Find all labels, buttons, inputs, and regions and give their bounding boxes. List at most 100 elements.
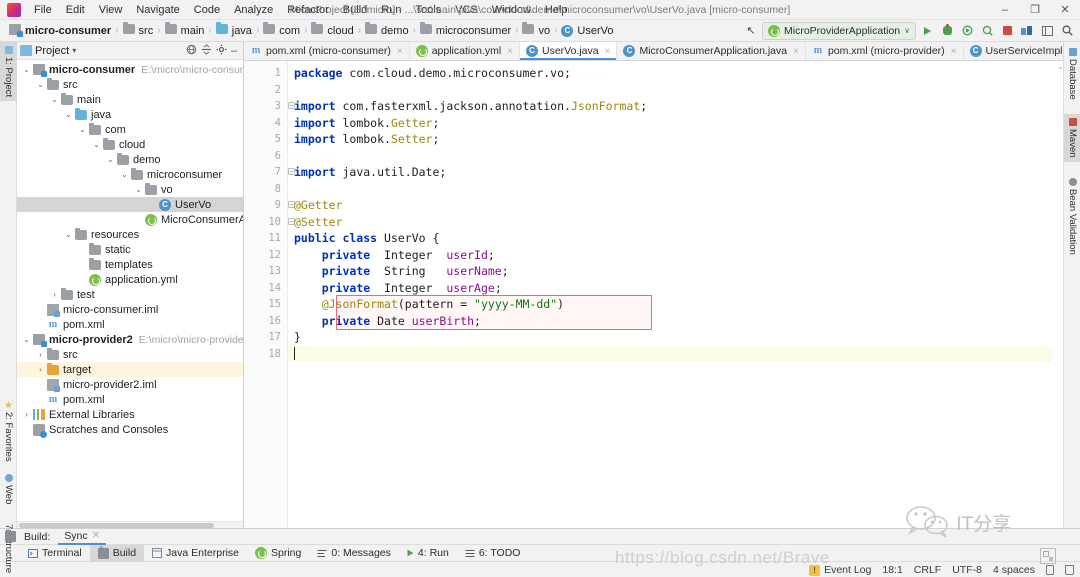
tab-microconsumerapplication-java[interactable]: C MicroConsumerApplication.java × bbox=[617, 42, 806, 60]
expand-arrow-icon[interactable]: › bbox=[49, 290, 60, 299]
tree-node-java[interactable]: ⌄ java bbox=[17, 107, 243, 122]
collapse-arrow-icon[interactable]: ⌄ bbox=[21, 65, 32, 74]
breadcrumb-main[interactable]: main bbox=[162, 22, 208, 40]
collapse-arrow-icon[interactable]: ⌄ bbox=[77, 125, 88, 134]
line-number[interactable]: 11 bbox=[244, 230, 287, 247]
back-arrow-icon[interactable]: ↖ bbox=[742, 22, 760, 40]
line-number[interactable]: 9− bbox=[244, 197, 295, 214]
sidebar-item-bean-validation[interactable]: Bean Validation bbox=[1064, 174, 1080, 259]
breadcrumb-java[interactable]: java bbox=[213, 22, 255, 40]
code-line[interactable] bbox=[288, 82, 1052, 99]
chevron-down-icon[interactable]: ▾ bbox=[72, 46, 76, 55]
line-number-gutter[interactable]: 1 2 3−4 5 6 7−8 9−10−11 12 13 14 15 16 17 18 bbox=[244, 61, 295, 528]
project-tree-hscrollbar[interactable] bbox=[17, 521, 243, 528]
expand-arrow-icon[interactable]: › bbox=[21, 410, 32, 419]
line-number[interactable]: 16 bbox=[244, 313, 287, 330]
debug-icon[interactable] bbox=[938, 22, 956, 40]
sidebar-item-project[interactable]: 1: Project bbox=[0, 42, 17, 102]
close-icon[interactable]: × bbox=[951, 46, 957, 57]
tree-node-micro-provider2-iml[interactable]: › micro-provider2.iml bbox=[17, 377, 243, 392]
close-icon[interactable]: × bbox=[605, 46, 611, 57]
line-number[interactable]: 2 bbox=[244, 82, 287, 99]
line-number[interactable]: 14 bbox=[244, 280, 287, 297]
tree-node-scratches-and-consoles[interactable]: › Scratches and Consoles bbox=[17, 422, 243, 438]
tree-node-demo[interactable]: ⌄ demo bbox=[17, 152, 243, 167]
menu-refactor[interactable]: Refactor bbox=[280, 2, 336, 18]
line-number[interactable]: 5 bbox=[244, 131, 287, 148]
breadcrumb-com[interactable]: com bbox=[260, 22, 303, 40]
close-icon[interactable]: × bbox=[397, 46, 403, 57]
breadcrumb-uservo[interactable]: C UserVo bbox=[558, 22, 616, 40]
toolwindow-build[interactable]: Build bbox=[89, 544, 145, 562]
line-number[interactable]: 6 bbox=[244, 148, 287, 165]
scope-icon[interactable] bbox=[186, 44, 197, 58]
line-number[interactable]: 8 bbox=[244, 181, 287, 198]
menu-run[interactable]: Run bbox=[374, 2, 408, 18]
code-line[interactable]: private Integer userAge; bbox=[288, 280, 1052, 297]
code-line[interactable]: private Integer userId; bbox=[288, 247, 1052, 264]
tree-node-cloud[interactable]: ⌄ cloud bbox=[17, 137, 243, 152]
tab-pom-xml-provider[interactable]: m pom.xml (micro-provider) × bbox=[806, 42, 964, 60]
project-tree[interactable]: ⌄micro-consumerE:\micro\micro-consumer⌄s… bbox=[17, 60, 243, 521]
line-number[interactable]: 4 bbox=[244, 115, 287, 132]
indent-indicator[interactable]: 4 spaces bbox=[993, 564, 1035, 576]
menu-window[interactable]: Window bbox=[485, 2, 538, 18]
sidebar-item-web[interactable]: Web bbox=[0, 470, 17, 508]
code-line[interactable]: package com.cloud.demo.microconsumer.vo; bbox=[288, 65, 1052, 82]
collapse-arrow-icon[interactable]: ⌄ bbox=[133, 185, 144, 194]
tree-node-application-yml[interactable]: › application.yml bbox=[17, 272, 243, 287]
profile-icon[interactable] bbox=[978, 22, 996, 40]
collapse-all-icon[interactable] bbox=[201, 43, 212, 58]
line-separator[interactable]: CRLF bbox=[914, 564, 941, 576]
editor-marker-scrollbar[interactable] bbox=[1052, 61, 1063, 528]
line-number[interactable]: 12 bbox=[244, 247, 287, 264]
line-number[interactable]: 3− bbox=[244, 98, 295, 115]
menu-tools[interactable]: Tools bbox=[408, 2, 448, 18]
tree-node-micro-consumer-iml[interactable]: › micro-consumer.iml bbox=[17, 302, 243, 317]
toolwindow-run[interactable]: 4: Run bbox=[399, 545, 457, 562]
close-button[interactable]: ✕ bbox=[1050, 0, 1080, 20]
caret-position[interactable]: 18:1 bbox=[882, 564, 902, 576]
run-icon[interactable] bbox=[918, 22, 936, 40]
line-number[interactable]: 13 bbox=[244, 263, 287, 280]
code-line[interactable]: private Date userBirth; bbox=[288, 313, 1052, 330]
event-log-button[interactable]: ! Event Log bbox=[809, 564, 871, 576]
tree-node-src[interactable]: › src bbox=[17, 347, 243, 362]
collapse-arrow-icon[interactable]: ⌄ bbox=[63, 110, 74, 119]
menu-edit[interactable]: Edit bbox=[59, 2, 92, 18]
tree-node-test[interactable]: › test bbox=[17, 287, 243, 302]
sidebar-item-favorites[interactable]: 2: Favorites bbox=[0, 397, 17, 466]
tree-node-microconsumer[interactable]: ⌄ microconsumer bbox=[17, 167, 243, 182]
expand-arrow-icon[interactable]: › bbox=[35, 365, 46, 374]
code-line[interactable] bbox=[288, 148, 1052, 165]
toolwindow-terminal[interactable]: Terminal bbox=[20, 545, 90, 562]
breadcrumb-microconsumer[interactable]: microconsumer bbox=[417, 22, 514, 40]
tree-node-pom-xml[interactable]: ›m pom.xml bbox=[17, 317, 243, 332]
sidebar-item-database[interactable]: Database bbox=[1064, 44, 1080, 104]
sidebar-item-maven[interactable]: Maven bbox=[1064, 114, 1080, 162]
toolwindow-todo[interactable]: 6: TODO bbox=[457, 545, 529, 562]
tree-node-templates[interactable]: › templates bbox=[17, 257, 243, 272]
toolwindow-messages[interactable]: 0: Messages bbox=[309, 545, 399, 562]
code-line[interactable]: @Setter bbox=[288, 214, 1052, 231]
code-line[interactable]: } bbox=[288, 329, 1052, 346]
tree-node-external-libraries[interactable]: › External Libraries bbox=[17, 407, 243, 422]
tab-application-yml[interactable]: application.yml × bbox=[410, 42, 520, 60]
menu-vcs[interactable]: VCS bbox=[448, 2, 485, 18]
menu-build[interactable]: Build bbox=[336, 2, 374, 18]
expand-arrow-icon[interactable]: › bbox=[35, 350, 46, 359]
code-line[interactable] bbox=[288, 181, 1052, 198]
minimize-button[interactable]: – bbox=[990, 0, 1020, 20]
code-line[interactable]: import com.fasterxml.jackson.annotation.… bbox=[288, 98, 1052, 115]
collapse-arrow-icon[interactable]: ⌄ bbox=[49, 95, 60, 104]
run-coverage-icon[interactable] bbox=[958, 22, 976, 40]
encoding-indicator[interactable]: UTF-8 bbox=[952, 564, 982, 576]
code-line[interactable]: @JsonFormat(pattern = "yyyy-MM-dd") bbox=[288, 296, 1052, 313]
tree-node-target[interactable]: › target bbox=[17, 362, 243, 377]
stop-icon[interactable] bbox=[998, 22, 1016, 40]
tree-node-vo[interactable]: ⌄ vo bbox=[17, 182, 243, 197]
breadcrumb-vo[interactable]: vo bbox=[519, 22, 553, 40]
menu-navigate[interactable]: Navigate bbox=[129, 2, 186, 18]
breadcrumb-demo[interactable]: demo bbox=[362, 22, 412, 40]
window-controls[interactable]: – ❐ ✕ bbox=[990, 0, 1080, 20]
